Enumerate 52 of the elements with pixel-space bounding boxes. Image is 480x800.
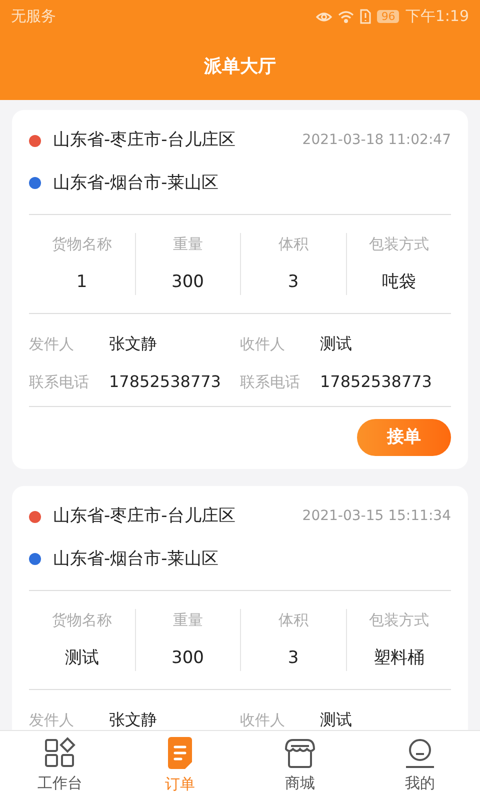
tab-item[interactable]: 商城 — [240, 731, 360, 800]
battery-indicator: 96 — [377, 10, 400, 23]
contact-label: 发件人 — [29, 710, 75, 730]
carrier-text: 无服务 — [11, 6, 56, 28]
sim-alert-icon — [360, 9, 372, 24]
contact-value: 测试 — [320, 709, 352, 730]
contact-value: 17852538773 — [109, 371, 221, 393]
goods-value: 测试 — [64, 646, 99, 670]
address-text: 山东省-烟台市-莱山区 — [53, 548, 220, 570]
goods-label: 包装方式 — [368, 234, 429, 255]
goods-value: 300 — [172, 270, 204, 294]
goods-value: 300 — [172, 646, 204, 670]
tab-item[interactable]: 工作台 — [0, 731, 120, 800]
order-time: 2021-03-18 11:02:47 — [302, 131, 451, 150]
goods-label: 货物名称 — [52, 234, 112, 255]
goods-label: 体积 — [278, 610, 308, 631]
tab-label: 商城 — [285, 772, 315, 794]
tab-label: 订单 — [165, 774, 195, 795]
goods-value: 1 — [76, 270, 88, 294]
goods-label: 货物名称 — [52, 610, 112, 631]
tab-item[interactable]: 我的 — [360, 731, 480, 800]
address-text: 山东省-烟台市-莱山区 — [53, 172, 220, 194]
goods-label: 重量 — [172, 234, 203, 255]
wifi-icon — [338, 10, 354, 23]
profile-icon — [403, 736, 437, 769]
contact-value: 张文静 — [109, 333, 157, 355]
contact-label: 发件人 — [29, 334, 75, 355]
page-title: 派单大厅 — [204, 55, 276, 79]
goods-label: 体积 — [278, 234, 308, 255]
order-time: 2021-03-15 15:11:34 — [302, 507, 451, 526]
goods-value: 3 — [288, 646, 299, 670]
goods-label: 包装方式 — [368, 610, 429, 631]
tab-label: 工作台 — [38, 772, 82, 794]
grid-icon — [44, 736, 76, 769]
contact-value: 张文静 — [109, 709, 157, 730]
address-text: 山东省-枣庄市-台儿庄区 — [53, 129, 236, 152]
store-icon — [283, 736, 317, 769]
contact-label: 联系电话 — [29, 372, 90, 393]
document-icon — [167, 736, 193, 770]
contact-value: 测试 — [320, 333, 352, 355]
contact-label: 收件人 — [240, 334, 286, 355]
contact-label: 收件人 — [240, 710, 286, 730]
goods-value: 塑料桶 — [373, 646, 424, 670]
clock-text: 下午1:19 — [405, 6, 469, 28]
goods-label: 重量 — [172, 610, 203, 631]
contact-label: 联系电话 — [240, 372, 301, 393]
address-text: 山东省-枣庄市-台儿庄区 — [53, 505, 236, 528]
tab-label: 我的 — [405, 772, 435, 794]
goods-value: 吨袋 — [382, 270, 416, 294]
goods-value: 3 — [288, 270, 299, 294]
eye-icon — [316, 10, 332, 22]
contact-value: 17852538773 — [320, 371, 432, 393]
